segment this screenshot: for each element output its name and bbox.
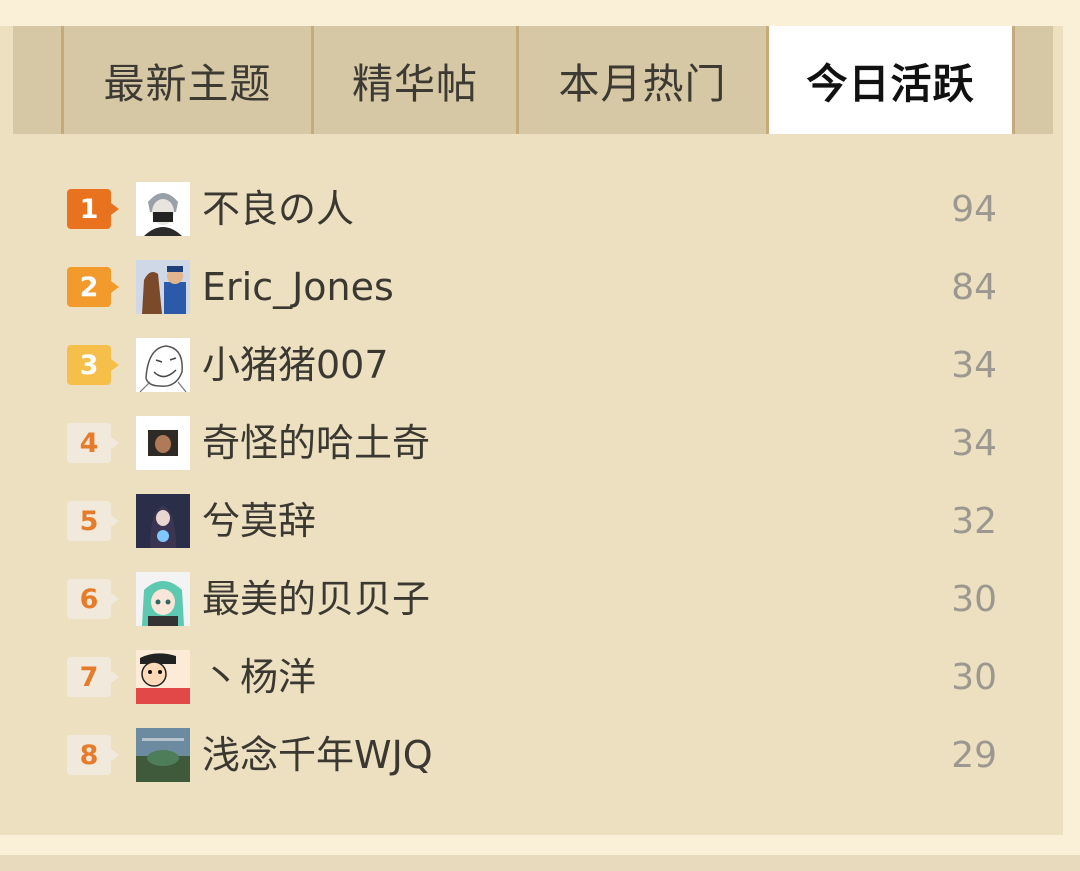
activity-count: 94 (951, 189, 997, 230)
list-item: 4 奇怪的哈土奇 34 (0, 414, 1063, 474)
avatar[interactable] (136, 650, 190, 704)
rank-badge: 8 (67, 735, 119, 775)
activity-count: 29 (951, 735, 997, 776)
rank-badge: 2 (67, 267, 119, 307)
activity-count: 32 (951, 501, 997, 542)
username-link[interactable]: 浅念千年WJQ (202, 729, 433, 781)
avatar[interactable] (136, 260, 190, 314)
username-link[interactable]: 最美的贝贝子 (202, 573, 430, 625)
activity-count: 34 (951, 345, 997, 386)
active-users-panel: 最新主题 精华帖 本月热门 今日活跃 1 不良の人 94 2 Eric_Jone… (0, 26, 1063, 835)
list-item: 1 不良の人 94 (0, 180, 1063, 240)
tab-today-active[interactable]: 今日活跃 (766, 26, 1015, 134)
avatar[interactable] (136, 338, 190, 392)
activity-count: 34 (951, 423, 997, 464)
list-item: 2 Eric_Jones 84 (0, 258, 1063, 318)
username-link[interactable]: 不良の人 (202, 183, 354, 235)
rank-badge: 7 (67, 657, 119, 697)
activity-count: 30 (951, 579, 997, 620)
avatar[interactable] (136, 416, 190, 470)
activity-count: 84 (951, 267, 997, 308)
username-link[interactable]: 小猪猪007 (202, 339, 389, 391)
rank-badge: 5 (67, 501, 119, 541)
tab-featured-posts[interactable]: 精华帖 (311, 26, 516, 134)
tab-monthly-hot[interactable]: 本月热门 (516, 26, 766, 134)
list-item: 6 最美的贝贝子 30 (0, 570, 1063, 630)
tab-latest-topics[interactable]: 最新主题 (61, 26, 311, 134)
rank-badge: 3 (67, 345, 119, 385)
username-link[interactable]: 兮莫辞 (202, 495, 316, 547)
rank-badge: 1 (67, 189, 119, 229)
tab-bar: 最新主题 精华帖 本月热门 今日活跃 (13, 26, 1053, 134)
list-item: 3 小猪猪007 34 (0, 336, 1063, 396)
avatar[interactable] (136, 494, 190, 548)
avatar[interactable] (136, 728, 190, 782)
username-link[interactable]: 丶杨洋 (202, 651, 316, 703)
avatar[interactable] (136, 182, 190, 236)
username-link[interactable]: 奇怪的哈土奇 (202, 417, 430, 469)
list-item: 7 丶杨洋 30 (0, 648, 1063, 708)
avatar[interactable] (136, 572, 190, 626)
rank-badge: 6 (67, 579, 119, 619)
username-link[interactable]: Eric_Jones (202, 261, 394, 313)
list-item: 8 浅念千年WJQ 29 (0, 726, 1063, 786)
rank-badge: 4 (67, 423, 119, 463)
activity-count: 30 (951, 657, 997, 698)
divider (0, 855, 1080, 871)
list-item: 5 兮莫辞 32 (0, 492, 1063, 552)
